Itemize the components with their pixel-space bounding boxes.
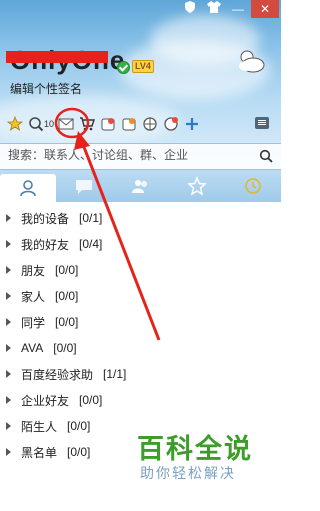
skin-button[interactable] — [203, 0, 225, 18]
star-icon[interactable] — [6, 115, 24, 133]
list-item[interactable]: 我的设备 [0/1] — [0, 205, 281, 231]
contact-group-list: 我的设备 [0/1] 我的好友 [0/4] 朋友 [0/0] 家人 [0/0] 同学 [0… — [0, 205, 281, 465]
ball-icon[interactable] — [141, 115, 159, 133]
expand-arrow-icon — [6, 292, 11, 300]
group-count: [0/0] — [55, 263, 79, 277]
level-badge[interactable]: LV4 — [132, 60, 154, 73]
group-name: 百度经验求助 — [21, 367, 94, 382]
group-count: [0/0] — [67, 419, 91, 433]
list-item[interactable]: AVA [0/0] — [0, 335, 281, 361]
expand-arrow-icon — [6, 266, 11, 274]
expand-arrow-icon — [6, 448, 11, 456]
cart-icon[interactable] — [78, 115, 96, 133]
group-name: AVA — [21, 341, 44, 355]
recent-tab[interactable] — [225, 170, 281, 202]
nickname-redaction — [6, 51, 108, 63]
group-name: 黑名单 — [21, 445, 58, 460]
group-count: [0/0] — [53, 341, 77, 355]
weather-icon[interactable] — [236, 48, 266, 74]
minimize-button[interactable]: — — [227, 0, 249, 18]
group-count: [0/1] — [79, 211, 103, 225]
game-icon[interactable] — [162, 115, 180, 133]
group-count: [0/0] — [55, 315, 79, 329]
expand-arrow-icon — [6, 370, 11, 378]
group-icon — [131, 180, 147, 193]
contact-tabs — [0, 170, 281, 202]
close-button[interactable]: ✕ — [251, 0, 279, 18]
profile-header: — ✕ OnlyOne LV4 编辑个性签名 10 — [0, 0, 281, 172]
expand-arrow-icon — [6, 240, 11, 248]
main-menu-button[interactable] — [255, 117, 269, 129]
expand-arrow-icon — [6, 422, 11, 430]
app-toolbar: 10 — [6, 114, 201, 134]
group-name: 家人 — [21, 289, 46, 304]
group-count: [0/0] — [67, 445, 91, 459]
group-name: 我的设备 — [21, 211, 70, 226]
search-icon[interactable] — [259, 149, 273, 163]
shield-icon[interactable] — [179, 0, 201, 18]
chat-icon — [76, 180, 93, 194]
favorites-tab[interactable] — [169, 170, 225, 202]
signature-field[interactable]: 编辑个性签名 — [10, 80, 82, 97]
mail-icon[interactable] — [57, 115, 75, 133]
list-item[interactable]: 我的好友 [0/4] — [0, 231, 281, 257]
expand-arrow-icon — [6, 396, 11, 404]
search-bar — [0, 143, 281, 170]
group-name: 朋友 — [21, 263, 46, 278]
app-icon[interactable] — [120, 115, 138, 133]
group-count: [0/0] — [55, 289, 79, 303]
group-name: 我的好友 — [21, 237, 70, 252]
group-name: 企业好友 — [21, 393, 70, 408]
chat-tab[interactable] — [56, 170, 112, 202]
group-count: [0/4] — [79, 237, 103, 251]
watermark-subtitle: 助你轻松解决 — [140, 465, 236, 481]
search-people-count: 10 — [44, 119, 55, 129]
expand-arrow-icon — [6, 318, 11, 326]
list-item[interactable]: 百度经验求助 [1/1] — [0, 361, 281, 387]
watermark-title: 百科全说 — [137, 434, 253, 464]
recent-icon — [245, 178, 261, 194]
group-count: [1/1] — [103, 367, 127, 381]
search-people-icon[interactable] — [27, 115, 45, 133]
window-controls: — ✕ — [179, 0, 279, 18]
wallet-icon[interactable] — [99, 115, 117, 133]
list-item[interactable]: 同学 [0/0] — [0, 309, 281, 335]
group-count: [0/0] — [79, 393, 103, 407]
list-item[interactable]: 家人 [0/0] — [0, 283, 281, 309]
online-status-icon[interactable] — [117, 61, 130, 74]
add-icon[interactable] — [183, 115, 201, 133]
expand-arrow-icon — [6, 214, 11, 222]
expand-arrow-icon — [6, 344, 11, 352]
group-name: 陌生人 — [21, 419, 58, 434]
star-icon — [186, 176, 207, 196]
groups-tab[interactable] — [112, 170, 168, 202]
list-item[interactable]: 朋友 [0/0] — [0, 257, 281, 283]
list-item[interactable]: 企业好友 [0/0] — [0, 387, 281, 413]
search-input[interactable] — [8, 148, 258, 162]
person-icon — [20, 180, 36, 197]
group-name: 同学 — [21, 315, 46, 330]
contacts-tab[interactable] — [0, 174, 57, 202]
